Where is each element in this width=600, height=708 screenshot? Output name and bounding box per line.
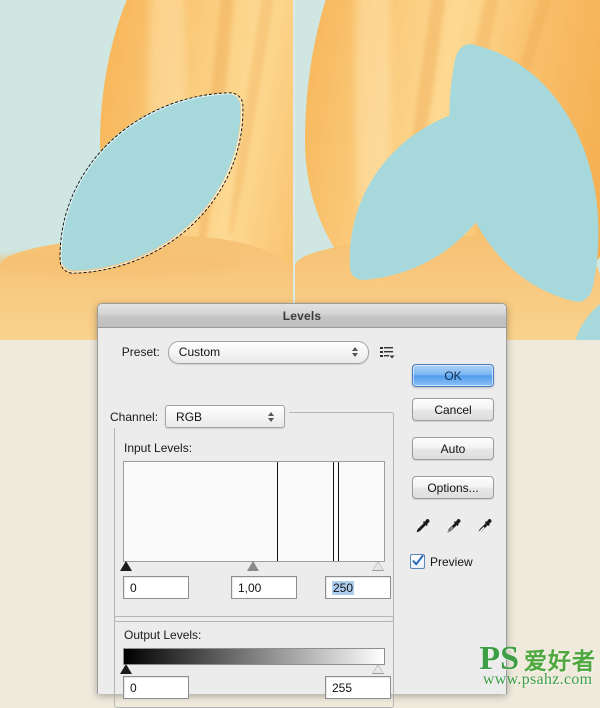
- input-black-point-field[interactable]: 0: [123, 576, 189, 599]
- preset-dropdown-value: Custom: [178, 345, 221, 359]
- output-levels-slider-track[interactable]: [120, 664, 384, 676]
- preset-row: Preset: Custom: [106, 340, 396, 364]
- canvas-pane-left: [0, 0, 293, 340]
- input-white-point-slider[interactable]: [373, 562, 383, 570]
- set-gray-point-eyedropper[interactable]: [443, 516, 463, 536]
- output-levels-label: Output Levels:: [124, 628, 202, 642]
- channel-label: Channel:: [110, 409, 159, 424]
- output-gradient-bar: [123, 648, 385, 665]
- channel-row: Channel: RGB: [106, 405, 290, 428]
- watermark-chinese-text: 爱好者: [524, 649, 596, 675]
- input-black-point-value: 0: [130, 580, 137, 595]
- output-white-point-slider[interactable]: [373, 665, 383, 673]
- preset-options-menu-icon[interactable]: [378, 343, 396, 361]
- histogram-spike: [277, 462, 278, 561]
- chevron-updown-icon: [346, 342, 364, 363]
- dialog-titlebar[interactable]: Levels: [98, 304, 506, 328]
- canvas-pane-right: [295, 0, 600, 340]
- output-white-point-field[interactable]: 255: [325, 676, 391, 699]
- options-button-label: Options...: [427, 480, 479, 495]
- preset-dropdown[interactable]: Custom: [167, 340, 369, 364]
- output-white-point-value: 255: [332, 680, 353, 695]
- ok-button[interactable]: OK: [412, 364, 494, 387]
- channel-dropdown[interactable]: RGB: [165, 405, 286, 428]
- input-levels-label: Input Levels:: [124, 441, 193, 455]
- input-black-point-slider[interactable]: [120, 561, 132, 571]
- output-black-point-field[interactable]: 0: [123, 676, 189, 699]
- auto-button-label: Auto: [440, 441, 466, 456]
- set-white-point-eyedropper[interactable]: [474, 516, 494, 536]
- output-black-point-value: 0: [130, 680, 137, 695]
- input-white-point-field[interactable]: 250: [325, 576, 391, 599]
- eyedropper-row: [412, 514, 494, 538]
- input-gamma-slider[interactable]: [247, 561, 259, 571]
- preset-label: Preset:: [121, 345, 160, 359]
- input-white-point-value: 250: [332, 580, 355, 595]
- options-button[interactable]: Options...: [412, 476, 494, 499]
- preview-checkbox-row[interactable]: Preview: [410, 554, 473, 569]
- photoshop-canvas-image: [0, 0, 600, 340]
- cancel-button[interactable]: Cancel: [412, 398, 494, 421]
- set-black-point-eyedropper[interactable]: [412, 516, 432, 536]
- input-levels-slider-track[interactable]: [120, 561, 384, 573]
- dialog-title: Levels: [282, 308, 322, 323]
- preview-checkbox[interactable]: [410, 554, 425, 569]
- chevron-updown-icon: [262, 406, 280, 427]
- output-black-point-slider[interactable]: [120, 664, 132, 674]
- input-gamma-value: 1,00: [238, 580, 262, 595]
- auto-button[interactable]: Auto: [412, 437, 494, 460]
- cancel-button-label: Cancel: [434, 402, 472, 417]
- ok-button-label: OK: [444, 368, 462, 383]
- levels-dialog[interactable]: Levels Preset: Custom Channel: RGB Input…: [97, 303, 507, 708]
- preview-label: Preview: [430, 554, 473, 569]
- channel-dropdown-value: RGB: [176, 409, 203, 424]
- histogram-display[interactable]: [123, 461, 385, 562]
- histogram-spike: [333, 462, 334, 561]
- histogram-spike: [338, 462, 339, 561]
- input-gamma-field[interactable]: 1,00: [231, 576, 297, 599]
